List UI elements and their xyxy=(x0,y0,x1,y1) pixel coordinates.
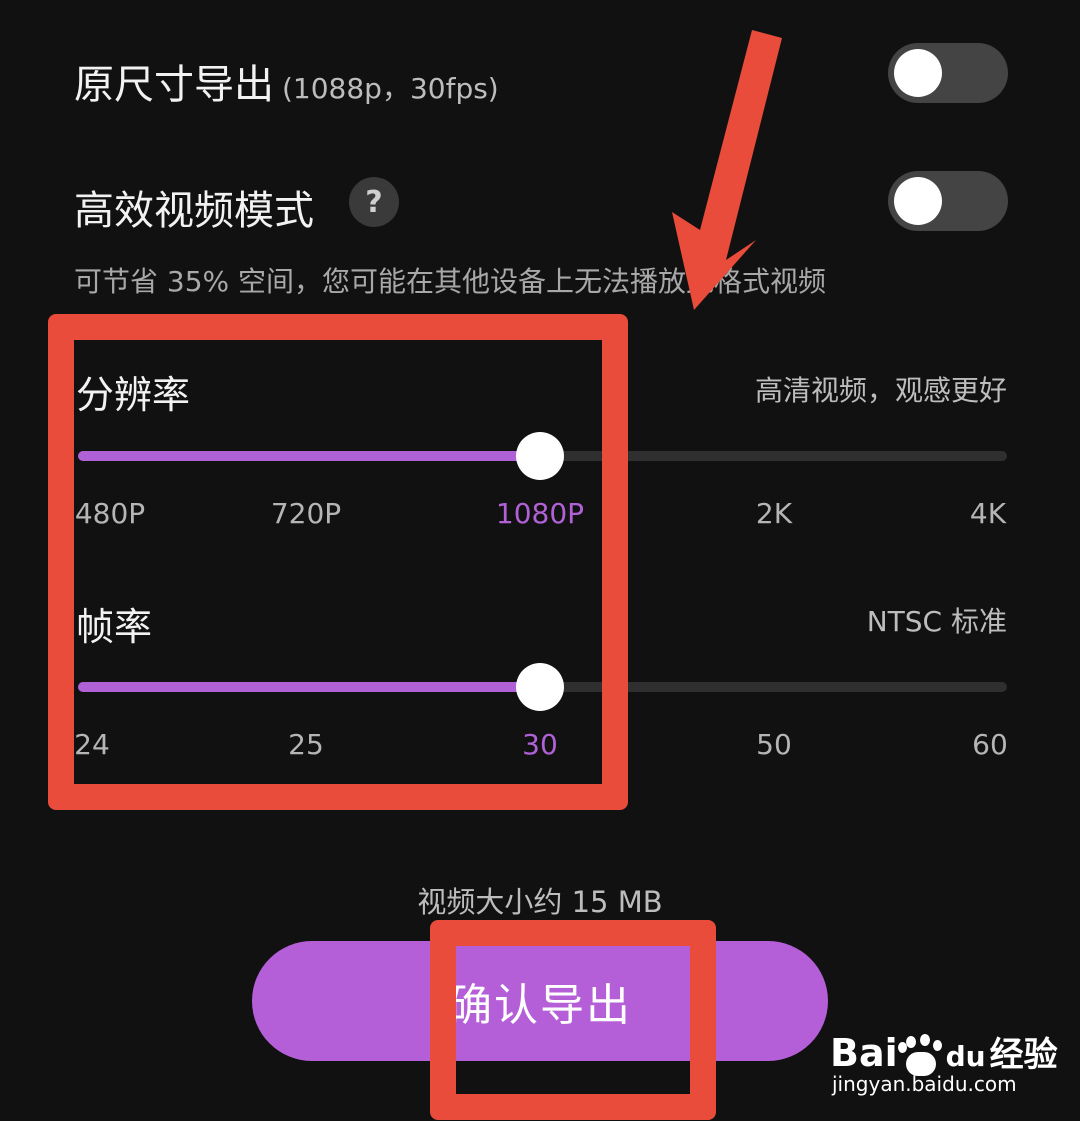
annotation-arrow-icon xyxy=(672,30,782,310)
resolution-option-4k[interactable]: 4K xyxy=(970,497,1006,530)
annotation-box-button xyxy=(430,920,716,1120)
toggle-knob xyxy=(894,49,942,97)
original-size-subtitle: (1088p，30fps) xyxy=(282,72,499,105)
efficient-mode-title: 高效视频模式 xyxy=(74,188,314,234)
frame-rate-option-50[interactable]: 50 xyxy=(756,728,792,761)
original-size-title: 原尺寸导出 xyxy=(74,62,274,108)
watermark-brand-du: du xyxy=(945,1040,986,1073)
help-icon[interactable]: ? xyxy=(349,177,399,227)
original-size-toggle[interactable] xyxy=(888,43,1008,103)
baidu-watermark-logo: Bai du 经验 xyxy=(830,1027,1058,1076)
efficient-mode-toggle[interactable] xyxy=(888,171,1008,231)
original-size-row: 原尺寸导出 (1088p，30fps) xyxy=(74,52,499,110)
frame-rate-option-60[interactable]: 60 xyxy=(972,728,1008,761)
resolution-option-2k[interactable]: 2K xyxy=(756,497,792,530)
watermark-brand: Bai xyxy=(830,1031,898,1075)
frame-rate-hint: NTSC 标准 xyxy=(866,605,1007,638)
watermark-product: 经验 xyxy=(989,1035,1058,1075)
video-size-estimate: 视频大小约 15 MB xyxy=(417,885,663,919)
annotation-box-settings xyxy=(48,314,628,810)
watermark-url: jingyan.baidu.com xyxy=(832,1072,1017,1096)
resolution-hint: 高清视频，观感更好 xyxy=(754,374,1007,407)
toggle-knob xyxy=(894,177,942,225)
paw-icon xyxy=(897,1033,946,1076)
